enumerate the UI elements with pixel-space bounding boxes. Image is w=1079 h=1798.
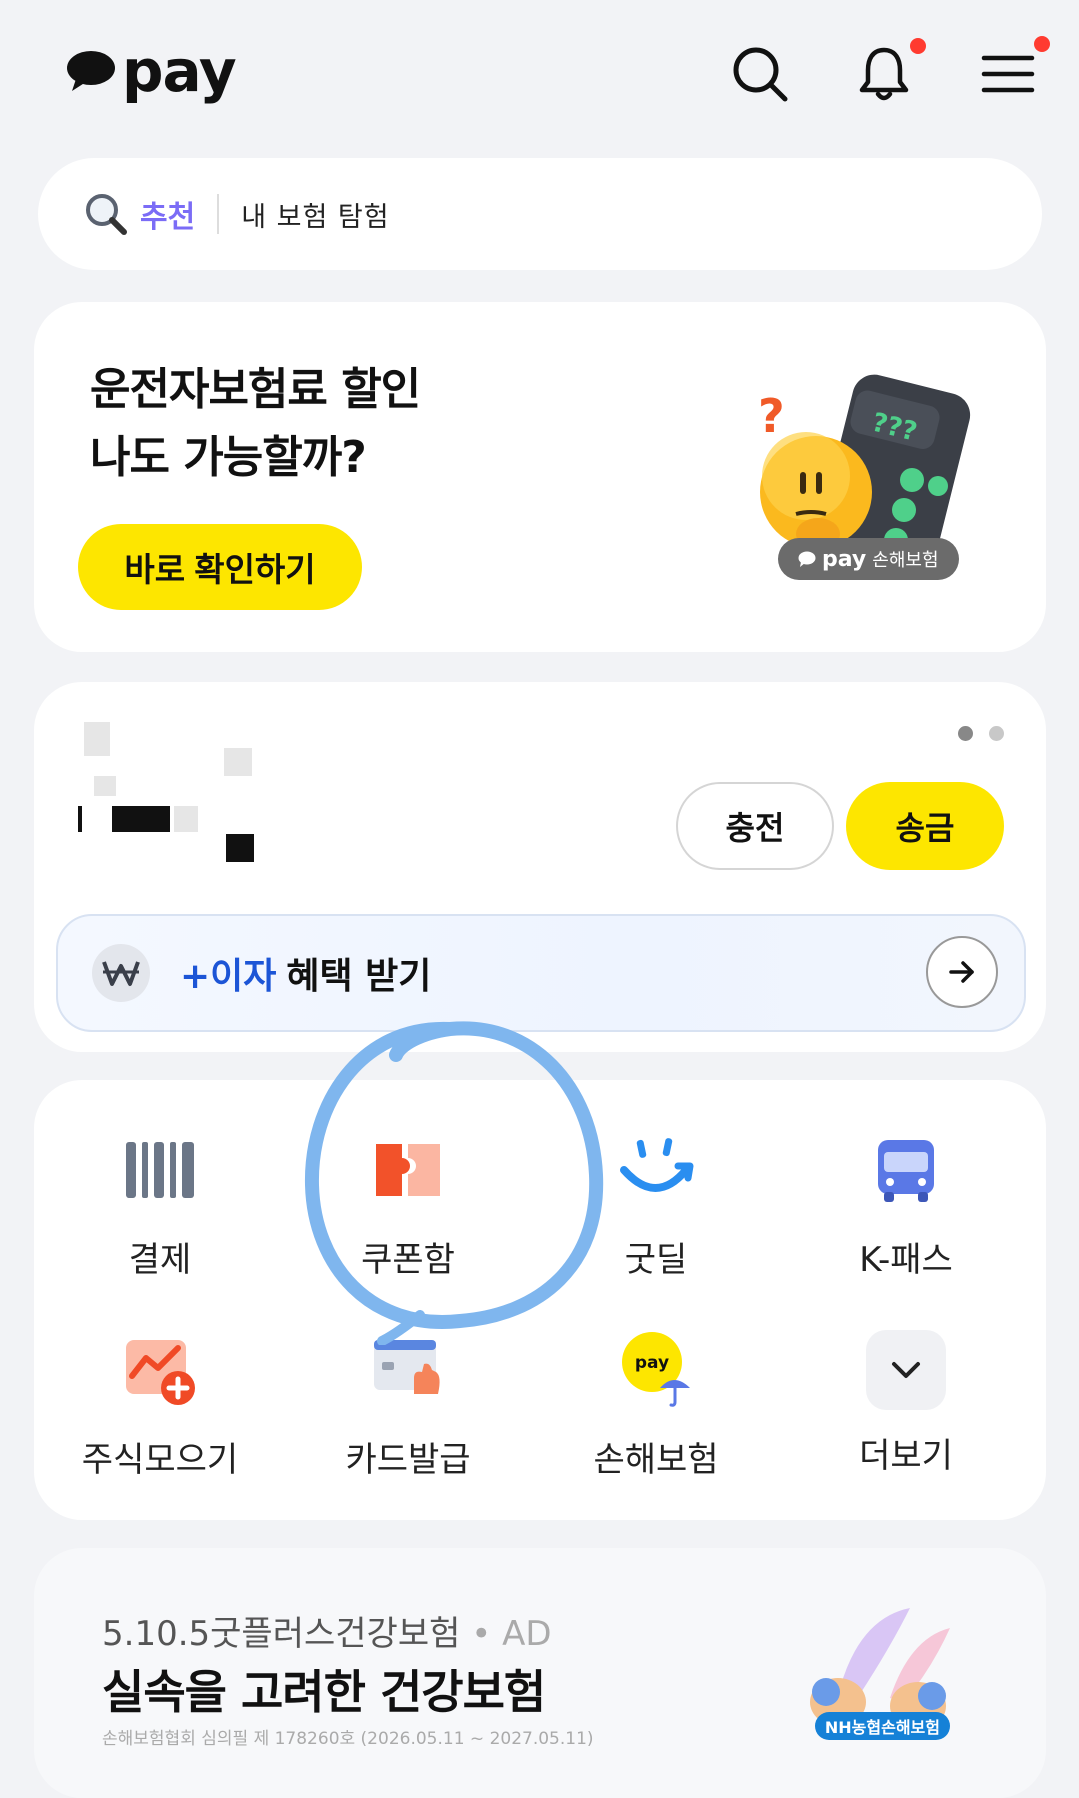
search-icon[interactable] (730, 44, 790, 104)
app-header: pay (0, 0, 1079, 150)
menu-item-more[interactable]: 더보기 (786, 1330, 1026, 1477)
promo-title-line2: 나도 가능할까? (90, 432, 367, 483)
promo-title-line1: 운전자보험료 할인 (90, 364, 421, 415)
ad-brand-name: 5.10.5굿플러스건강보험 (102, 1614, 461, 1654)
ad-disclaimer: 손해보험협회 심의필 제 178260호 (2026.05.11 ~ 2027.… (102, 1729, 594, 1749)
search-query: 내 보험 탐험 (241, 201, 390, 233)
redacted-balance (112, 806, 170, 832)
menu-label: 주식모으기 (81, 1440, 239, 1480)
redacted-block (174, 806, 198, 832)
quick-menu-grid: 결제 쿠폰함 굿딜 K-패스 주식모으기 카드발급 pay 손해보험 더보기 (34, 1080, 1046, 1520)
redacted-block (78, 806, 82, 832)
menu-item-payment[interactable]: 결제 (40, 1130, 280, 1281)
badge-text: 손해보험 (872, 550, 939, 571)
more-icon-bg (866, 1330, 946, 1410)
bus-icon (878, 1140, 934, 1202)
magnifier-icon (86, 194, 127, 235)
stock-chart-icon (126, 1340, 195, 1405)
notification-dot (910, 38, 926, 54)
menu-label: 쿠폰함 (361, 1240, 455, 1280)
pay-insurance-badge: pay 손해보험 (778, 538, 959, 580)
redacted-block (84, 722, 110, 756)
menu-label: 결제 (128, 1240, 192, 1280)
menu-item-coupon[interactable]: 쿠폰함 (288, 1130, 528, 1281)
check-now-button[interactable]: 바로 확인하기 (78, 524, 362, 610)
wallet-card: 충전 송금 +이자 혜택 받기 (34, 682, 1046, 1052)
menu-label: 더보기 (859, 1436, 953, 1476)
interest-benefit-banner[interactable]: +이자 혜택 받기 (56, 914, 1026, 1032)
redacted-block (94, 776, 116, 796)
menu-item-card-issue[interactable]: 카드발급 (288, 1330, 528, 1481)
menu-label: 굿딜 (624, 1240, 688, 1280)
interest-plus-text: +이자 (180, 956, 277, 997)
ad-card[interactable]: 5.10.5굿플러스건강보험 • AD 실속을 고려한 건강보험 손해보험협회 … (34, 1548, 1046, 1798)
redacted-block (224, 748, 252, 776)
insurance-promo-card[interactable]: 운전자보험료 할인 나도 가능할까? 바로 확인하기 ??? ? pay 손해보… (34, 302, 1046, 652)
nh-insurance-badge: NH농협손해보험 (814, 1712, 950, 1740)
pay-insurance-icon: pay (622, 1332, 690, 1407)
menu-label: K-패스 (859, 1240, 953, 1280)
logo-text: pay (122, 37, 237, 105)
won-coin-icon (92, 944, 150, 1002)
barcode-icon (126, 1142, 194, 1198)
search-tag: 추천 (140, 200, 196, 235)
menu-label: 손해보험 (593, 1440, 719, 1480)
badge-brand: pay (822, 546, 867, 572)
bell-icon[interactable] (854, 44, 914, 104)
smile-deal-icon (620, 1138, 694, 1192)
charge-button[interactable]: 충전 (676, 782, 834, 870)
interest-benefit-text: 혜택 받기 (286, 956, 432, 997)
menu-item-kpass[interactable]: K-패스 (786, 1130, 1026, 1281)
ad-brand: 5.10.5굿플러스건강보험 • AD (102, 1606, 552, 1655)
promo-title: 운전자보험료 할인 나도 가능할까? (90, 356, 421, 492)
chevron-down-icon (892, 1362, 920, 1378)
ad-title: 실속을 고려한 건강보험 (102, 1665, 546, 1719)
card-issue-icon (374, 1340, 440, 1394)
speech-bubble-icon (798, 551, 816, 567)
page-dot-1 (958, 726, 973, 741)
menu-item-stock[interactable]: 주식모으기 (40, 1330, 280, 1481)
search-divider (217, 194, 220, 234)
coupon-icon (376, 1144, 440, 1196)
svg-text:?: ? (758, 389, 785, 443)
page-dot-2 (989, 726, 1004, 741)
redacted-block (226, 834, 254, 862)
menu-notification-dot (1034, 36, 1050, 52)
search-bar[interactable]: 추천 내 보험 탐험 (38, 158, 1042, 270)
menu-item-gooddeal[interactable]: 굿딜 (536, 1130, 776, 1281)
page-indicator (958, 726, 1004, 741)
menu-label: 카드발급 (345, 1440, 471, 1480)
send-button[interactable]: 송금 (846, 782, 1004, 870)
hamburger-menu-icon[interactable] (978, 44, 1038, 104)
speech-bubble-icon (67, 51, 115, 91)
pay-logo: pay (66, 37, 237, 105)
menu-item-insurance[interactable]: pay 손해보험 (536, 1330, 776, 1481)
arrow-right-icon[interactable] (926, 936, 998, 1008)
svg-text:pay: pay (635, 1353, 669, 1373)
ad-tag: • AD (471, 1614, 552, 1654)
